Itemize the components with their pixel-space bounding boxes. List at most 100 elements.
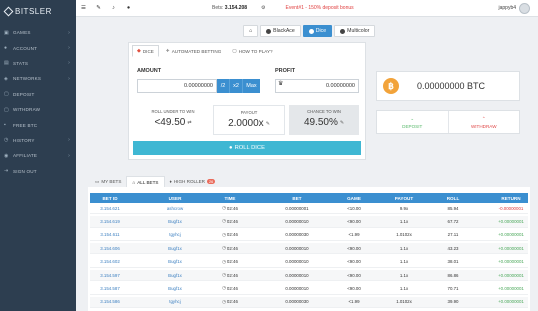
amount-input[interactable]: 0.00000000 bbox=[137, 79, 217, 93]
bet-id-link[interactable]: 3.154.611 bbox=[100, 230, 119, 240]
bet-amount: 0.00000030 bbox=[285, 299, 309, 305]
sidebar-item-sign-out[interactable]: ⇥ SIGN OUT bbox=[0, 164, 76, 179]
roll-dice-button[interactable]: ● ROLL DICE bbox=[133, 141, 361, 155]
column-header: GAME bbox=[347, 195, 361, 201]
home-icon: ⌂ bbox=[249, 28, 253, 34]
sidebar-item-account[interactable]: ● ACCOUNT › bbox=[0, 40, 76, 55]
gear-icon[interactable]: ⚙ bbox=[261, 5, 265, 11]
table-row[interactable]: 3.154.597 Bugf1x ◷ 02:46 0.00000010 <90.00 1.1… bbox=[90, 270, 528, 282]
bet-amount: 0.00000010 bbox=[285, 218, 309, 224]
user-link[interactable]: Bugf1x bbox=[168, 243, 182, 253]
sidebar-item-free-btc[interactable]: ▪ FREE BTC bbox=[0, 117, 76, 132]
table-row[interactable]: 3.154.606 Bugf1x ◷ 02:46 0.00000010 <90.00 1.1… bbox=[90, 243, 528, 255]
affiliate-icon: ◉ bbox=[4, 152, 9, 159]
tab-dice[interactable]: ◆ DICE bbox=[132, 45, 159, 57]
tab-how-to-play[interactable]: ▢ HOW TO PLAY? bbox=[228, 45, 276, 57]
user-link[interactable]: Bugf1x bbox=[168, 257, 182, 267]
bet-payout: 1.0102x bbox=[396, 299, 412, 305]
sidebar-item-label: WITHDRAW bbox=[13, 107, 41, 113]
max-button[interactable]: Max bbox=[243, 79, 260, 93]
deposit-button[interactable]: ⌄ DEPOSIT bbox=[377, 111, 449, 133]
withdraw-icon: ▢ bbox=[4, 106, 9, 113]
logo[interactable]: BITSLER bbox=[0, 0, 76, 22]
sidebar-item-history[interactable]: ◷ HISTORY › bbox=[0, 133, 76, 148]
payout-box[interactable]: PAYOUT 2.0000x ✎ bbox=[213, 105, 285, 135]
roll-under-value: <49.50 bbox=[154, 117, 186, 128]
multicolor-icon bbox=[340, 28, 346, 34]
bet-roll: 86.86 bbox=[447, 272, 459, 278]
globe-icon[interactable]: ● bbox=[121, 5, 136, 11]
table-row[interactable]: 3.154.586 tgyhcj ◷ 02:46 0.00000030 <1.99 1.01… bbox=[90, 296, 528, 308]
bet-payout: 1.0102x bbox=[396, 232, 412, 238]
table-row[interactable]: 3.154.587 Bugf1x ◷ 02:46 0.00000010 <90.00 1.1… bbox=[90, 283, 528, 295]
tab-my-bets[interactable]: ▭ MY BETS bbox=[90, 176, 127, 187]
tab-all-bets[interactable]: ⌂ ALL BETS bbox=[126, 176, 165, 187]
tab-game-home[interactable]: ⌂ bbox=[243, 25, 259, 37]
table-row[interactable]: 3.154.611 tgyhcj ◷ 02:46 0.00000030 <1.99 1.01… bbox=[90, 230, 528, 241]
swap-icon[interactable]: ⇄ bbox=[187, 120, 191, 126]
profit-label: PROFIT bbox=[275, 68, 296, 74]
table-row[interactable]: 3.154.619 Bugf1x ◷ 02:46 0.00000010 <90.00 1.1… bbox=[90, 216, 528, 228]
roll-under-box[interactable]: ROLL UNDER TO WIN <49.50 ⇄ bbox=[137, 105, 209, 135]
column-header: BET ID bbox=[102, 195, 118, 201]
withdraw-button[interactable]: ⌃ WITHDRAW bbox=[449, 111, 520, 133]
bet-time: ◷ 02:46 bbox=[222, 218, 238, 224]
user-link[interactable]: Bugf1x bbox=[168, 216, 182, 226]
edit-icon[interactable]: ✎ bbox=[266, 121, 270, 127]
edit-icon[interactable]: ✎ bbox=[340, 120, 344, 126]
gamepad-icon: ▣ bbox=[4, 29, 9, 36]
sidebar-item-withdraw[interactable]: ▢ WITHDRAW bbox=[0, 102, 76, 117]
bet-amount: 0.00000001 bbox=[285, 205, 309, 211]
bet-payout: 1.1x bbox=[399, 245, 409, 251]
avatar[interactable] bbox=[519, 3, 530, 14]
chevron-right-icon: › bbox=[68, 45, 70, 52]
table-row[interactable]: 3.154.621 ashcrow ◷ 02:46 0.00000001 <10.00 9.… bbox=[90, 203, 528, 215]
bet-game: <90.00 bbox=[347, 259, 361, 265]
bet-id-link[interactable]: 3.154.587 bbox=[100, 283, 120, 293]
menu-icon[interactable]: ☰ bbox=[76, 5, 91, 11]
dice-icon: ● bbox=[229, 145, 233, 151]
blackace-icon bbox=[266, 28, 272, 34]
tab-game-dice[interactable]: Dice bbox=[302, 25, 333, 37]
sidebar-item-deposit[interactable]: ▢ DEPOSIT bbox=[0, 87, 76, 102]
sidebar-item-networks[interactable]: ◈ NETWORKS › bbox=[0, 71, 76, 86]
column-header: BET bbox=[292, 195, 302, 201]
double-button[interactable]: x2 bbox=[230, 79, 243, 93]
username[interactable]: jappyb4 bbox=[498, 5, 516, 11]
chance-box[interactable]: CHANCE TO WIN 49.50% ✎ bbox=[289, 105, 359, 135]
user-link[interactable]: Bugf1x bbox=[168, 270, 182, 280]
tab-high-roller[interactable]: ♦ HIGH ROLLER 26 bbox=[164, 176, 221, 187]
stats-icon: ▤ bbox=[4, 60, 9, 67]
sidebar-item-stats[interactable]: ▤ STATS › bbox=[0, 56, 76, 71]
sidebar-item-label: AFFILIATE bbox=[13, 153, 38, 159]
user-link[interactable]: tgyhcj bbox=[169, 297, 180, 307]
tab-game-blackace[interactable]: BlackAce bbox=[260, 25, 301, 37]
bet-amount: 0.00000010 bbox=[285, 259, 309, 265]
table-row[interactable]: 3.154.602 Bugf1x ◷ 02:46 0.00000010 <90.00 1.1… bbox=[90, 257, 528, 268]
bet-id-link[interactable]: 3.154.621 bbox=[100, 203, 120, 213]
bet-id-link[interactable]: 3.154.586 bbox=[100, 297, 120, 307]
bet-return: +0.00000001 bbox=[498, 299, 524, 305]
dice-icon bbox=[308, 28, 314, 34]
notification-icon[interactable]: ♪ bbox=[106, 5, 121, 11]
tab-game-multicolor[interactable]: Multicolor bbox=[334, 25, 376, 37]
user-link[interactable]: tgyhcj bbox=[169, 230, 180, 240]
user-link[interactable]: ashcrow bbox=[167, 203, 183, 213]
bet-id-link[interactable]: 3.154.597 bbox=[100, 270, 120, 280]
chevron-right-icon: › bbox=[68, 29, 70, 36]
bet-id-link[interactable]: 3.154.606 bbox=[100, 243, 120, 253]
bet-return: +0.00000001 bbox=[498, 272, 524, 278]
bet-id-link[interactable]: 3.154.619 bbox=[100, 216, 120, 226]
user-link[interactable]: Bugf1x bbox=[168, 283, 182, 293]
bet-time: ◷ 02:46 bbox=[222, 298, 238, 305]
half-button[interactable]: /2 bbox=[217, 79, 230, 93]
bet-payout: 1.1x bbox=[399, 218, 409, 224]
bet-id-link[interactable]: 3.154.602 bbox=[100, 257, 120, 267]
chevron-right-icon: › bbox=[68, 152, 70, 159]
promo-link[interactable]: Event#1 - 150% deposit bonus bbox=[286, 5, 354, 11]
clock-icon: ◷ bbox=[222, 298, 226, 304]
chat-icon[interactable]: ✎ bbox=[91, 5, 106, 11]
sidebar-item-games[interactable]: ▣ GAMES › bbox=[0, 25, 76, 40]
tab-automated-betting[interactable]: ✈ AUTOMATED BETTING bbox=[162, 45, 225, 57]
sidebar-item-affiliate[interactable]: ◉ AFFILIATE › bbox=[0, 148, 76, 163]
